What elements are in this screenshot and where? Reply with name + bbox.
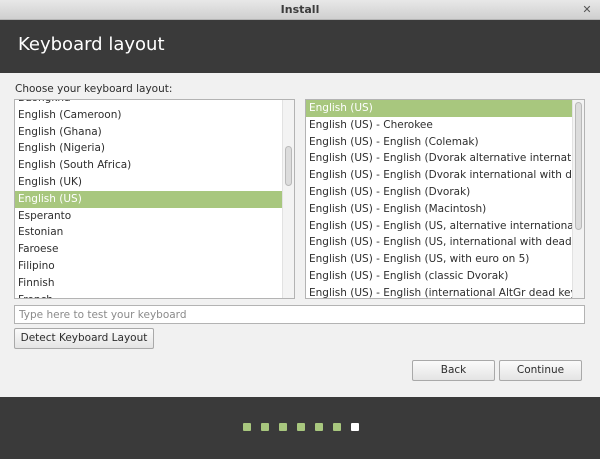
detect-layout-button[interactable]: Detect Keyboard Layout [14, 328, 154, 349]
layout-list-item[interactable]: English (Ghana) [15, 124, 282, 141]
variant-list-scroll-thumb[interactable] [575, 102, 582, 230]
variant-list-rows: English (US) English (US) - Cherokee Engli… [306, 100, 572, 298]
variant-list[interactable]: English (US) English (US) - Cherokee Engli… [305, 99, 585, 299]
layout-list-item[interactable]: English (Nigeria) [15, 140, 282, 157]
layout-list-item[interactable]: Esperanto [15, 208, 282, 225]
progress-step-dot [315, 423, 323, 431]
layout-list-item[interactable]: Estonian [15, 224, 282, 241]
variant-list-item[interactable]: English (US) [306, 100, 572, 117]
close-icon[interactable]: ✕ [580, 3, 594, 17]
layout-list-item[interactable]: English (Cameroon) [15, 107, 282, 124]
variant-list-item[interactable]: English (US) - English (Colemak) [306, 134, 572, 151]
layout-prompt: Choose your keyboard layout: [15, 83, 173, 95]
progress-step-dot [279, 423, 287, 431]
layout-list[interactable]: DzongkhaEnglish (Cameroon)English (Ghana… [14, 99, 295, 299]
layout-list-item[interactable]: Finnish [15, 275, 282, 292]
variant-list-item[interactable]: English (US) - English (US, alternative … [306, 218, 572, 235]
window-title: Install [280, 3, 320, 16]
variant-list-item[interactable]: English (US) - English (Dvorak) [306, 184, 572, 201]
variant-list-item[interactable]: English (US) - English (classic Dvorak) [306, 268, 572, 285]
title-bar: Install ✕ [0, 0, 600, 20]
progress-step-dot [297, 423, 305, 431]
window-controls: ✕ [580, 3, 594, 17]
layout-list-item[interactable]: Faroese [15, 241, 282, 258]
variant-list-item[interactable]: English (US) - English (Macintosh) [306, 201, 572, 218]
layout-list-item[interactable]: English (UK) [15, 174, 282, 191]
variant-list-item[interactable]: English (US) - English (international Al… [306, 285, 572, 298]
variant-list-item[interactable]: English (US) - English (Dvorak alternati… [306, 150, 572, 167]
variant-list-item[interactable]: English (US) - English (Dvorak internati… [306, 167, 572, 184]
progress-step-dot [333, 423, 341, 431]
variant-list-item[interactable]: English (US) - Cherokee [306, 117, 572, 134]
variant-list-scrollbar[interactable] [572, 100, 584, 298]
layout-list-item[interactable]: Filipino [15, 258, 282, 275]
main-content: Choose your keyboard layout: DzongkhaEng… [0, 73, 600, 397]
variant-list-item[interactable]: English (US) - English (US, internationa… [306, 234, 572, 251]
layout-list-item[interactable]: English (US) [15, 190, 282, 208]
progress-step-dot [351, 423, 359, 431]
progress-step-dot [243, 423, 251, 431]
layout-list-item[interactable]: Dzongkha [15, 100, 282, 107]
back-button[interactable]: Back [412, 360, 495, 381]
keyboard-test-input[interactable] [14, 305, 585, 324]
layout-list-rows: DzongkhaEnglish (Cameroon)English (Ghana… [15, 100, 282, 298]
layout-list-scrollbar[interactable] [282, 100, 294, 298]
page-header: Keyboard layout [0, 20, 600, 73]
layout-list-item[interactable]: English (South Africa) [15, 157, 282, 174]
layout-list-item[interactable]: French [15, 292, 282, 298]
page-title: Keyboard layout [18, 34, 165, 55]
layout-list-scroll-thumb[interactable] [285, 146, 292, 186]
continue-button[interactable]: Continue [499, 360, 582, 381]
progress-footer [0, 397, 600, 459]
progress-step-dot [261, 423, 269, 431]
variant-list-item[interactable]: English (US) - English (US, with euro on… [306, 251, 572, 268]
